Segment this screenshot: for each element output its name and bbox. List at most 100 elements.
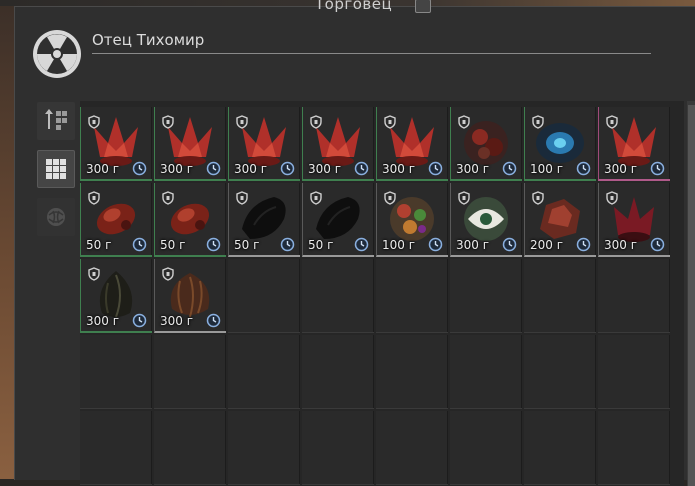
clock-icon [650, 237, 665, 252]
clock-icon [354, 161, 369, 176]
slot-divider [228, 484, 300, 485]
item-price: 50 г [234, 238, 260, 252]
inventory-item[interactable]: 50 г [154, 183, 226, 257]
empty-slot[interactable] [302, 259, 374, 333]
category-tabs [37, 102, 75, 246]
grid-view-icon [46, 159, 66, 179]
clock-icon [576, 237, 591, 252]
shield-icon [532, 115, 544, 129]
slot-divider [376, 484, 448, 485]
sort-icon [45, 109, 67, 130]
scroll-thumb[interactable] [688, 105, 695, 486]
empty-slot[interactable] [228, 335, 300, 409]
grid-view-tab[interactable] [37, 150, 75, 188]
inventory-item[interactable]: 100 г [524, 107, 596, 181]
radiation-icon [33, 30, 81, 78]
inventory-item[interactable]: 100 г [376, 183, 448, 257]
artifact-filter-icon [47, 208, 65, 226]
clock-icon [132, 237, 147, 252]
empty-slot[interactable] [154, 335, 226, 409]
empty-slot[interactable] [450, 411, 522, 485]
empty-slot[interactable] [228, 411, 300, 485]
title-badge-icon [415, 0, 431, 13]
empty-slot[interactable] [302, 335, 374, 409]
background-scene-left [0, 0, 14, 479]
empty-slot[interactable] [524, 335, 596, 409]
item-price: 300 г [86, 314, 120, 328]
empty-slot[interactable] [80, 335, 152, 409]
shield-icon [310, 191, 322, 205]
item-price: 100 г [382, 238, 416, 252]
empty-slot[interactable] [598, 411, 670, 485]
empty-slot[interactable] [80, 411, 152, 485]
inventory-item[interactable]: 50 г [80, 183, 152, 257]
empty-slot[interactable] [524, 411, 596, 485]
inventory-item[interactable]: 300 г [598, 183, 670, 257]
inventory-item[interactable]: 50 г [228, 183, 300, 257]
inventory-item[interactable]: 300 г [376, 107, 448, 181]
empty-slot[interactable] [524, 259, 596, 333]
item-price: 300 г [604, 162, 638, 176]
shield-icon [606, 115, 618, 129]
clock-icon [206, 313, 221, 328]
slot-divider [80, 408, 152, 409]
clock-icon [428, 161, 443, 176]
slot-divider [80, 484, 152, 485]
slot-divider [450, 332, 522, 333]
empty-slot[interactable] [450, 335, 522, 409]
empty-slot[interactable] [450, 259, 522, 333]
empty-slot[interactable] [376, 411, 448, 485]
slot-divider [450, 408, 522, 409]
inventory-item[interactable]: 300 г [154, 107, 226, 181]
clock-icon [428, 237, 443, 252]
shield-icon [88, 267, 100, 281]
inventory-item[interactable]: 300 г [80, 107, 152, 181]
item-price: 100 г [530, 162, 564, 176]
inventory-item[interactable]: 300 г [450, 183, 522, 257]
empty-slot[interactable] [376, 259, 448, 333]
inventory-item[interactable]: 300 г [450, 107, 522, 181]
slot-divider [598, 484, 670, 485]
slot-divider [228, 332, 300, 333]
slot-divider [524, 408, 596, 409]
clock-icon [132, 313, 147, 328]
empty-slot[interactable] [376, 335, 448, 409]
inventory-item[interactable]: 50 г [302, 183, 374, 257]
clock-icon [502, 161, 517, 176]
inventory-scrollbar[interactable] [687, 101, 695, 486]
empty-slot[interactable] [228, 259, 300, 333]
item-price: 50 г [160, 238, 186, 252]
slot-divider [154, 484, 226, 485]
inventory-item[interactable]: 200 г [524, 183, 596, 257]
artifact-filter-tab[interactable] [37, 198, 75, 236]
inventory-item[interactable]: 300 г [80, 259, 152, 333]
slot-divider [302, 408, 374, 409]
item-price: 300 г [308, 162, 342, 176]
empty-slot[interactable] [598, 259, 670, 333]
empty-slot[interactable] [598, 335, 670, 409]
inventory-item[interactable]: 300 г [228, 107, 300, 181]
empty-slot[interactable] [154, 411, 226, 485]
inventory-item[interactable]: 300 г [154, 259, 226, 333]
clock-icon [206, 161, 221, 176]
shield-icon [162, 191, 174, 205]
shield-icon [310, 115, 322, 129]
sort-tab[interactable] [37, 102, 75, 140]
empty-slot[interactable] [302, 411, 374, 485]
clock-icon [206, 237, 221, 252]
slot-divider [450, 484, 522, 485]
shield-icon [88, 191, 100, 205]
npc-name: Отец Тихомир [92, 31, 205, 49]
inventory-item[interactable]: 300 г [598, 107, 670, 181]
slot-divider [302, 332, 374, 333]
item-price: 50 г [308, 238, 334, 252]
clock-icon [502, 237, 517, 252]
shield-icon [236, 191, 248, 205]
item-price: 300 г [160, 314, 194, 328]
inventory-item[interactable]: 300 г [302, 107, 374, 181]
inventory-grid: 300 г 300 г 300 г 300 г 300 г 300 г 100 г 300 г… [80, 101, 684, 486]
shield-icon [606, 191, 618, 205]
window-title: Торговец [315, 0, 393, 13]
clock-icon [354, 237, 369, 252]
shield-icon [162, 115, 174, 129]
